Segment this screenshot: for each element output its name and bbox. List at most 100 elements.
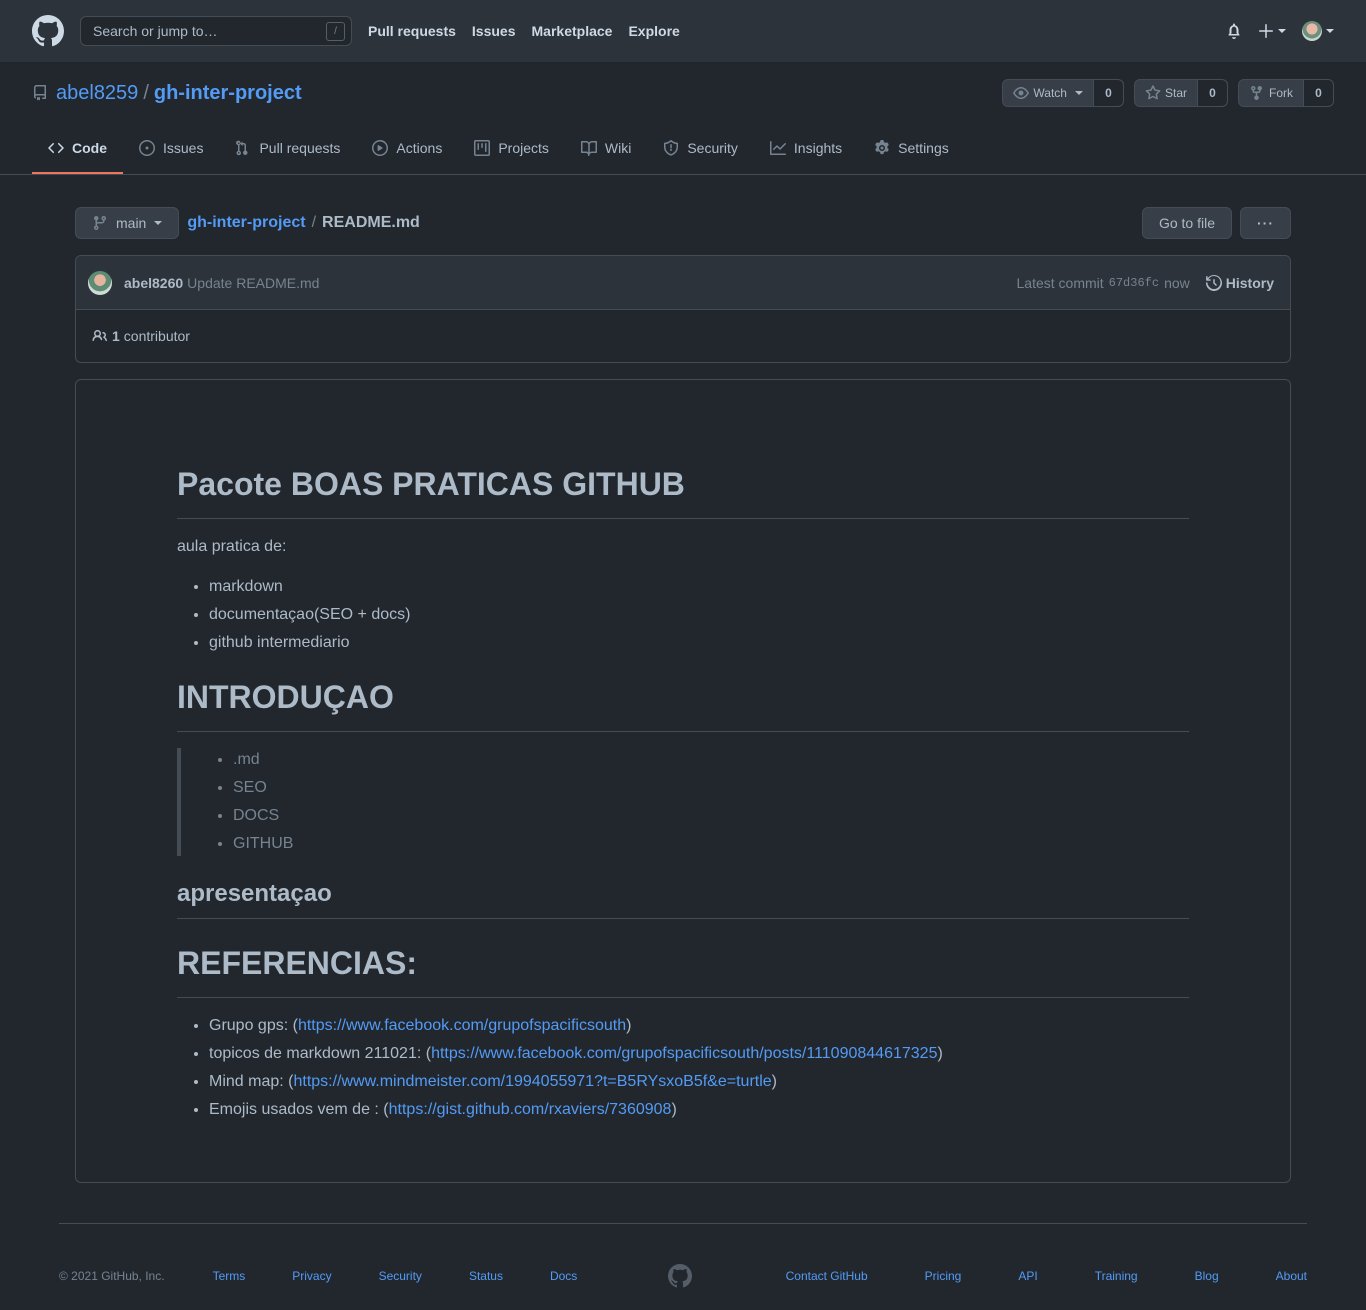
tab-actions[interactable]: Actions bbox=[356, 124, 458, 174]
list-item: Emojis usados vem de : (https://gist.git… bbox=[209, 1098, 1189, 1122]
repo-header: abel8259 / gh-inter-project Watch 0 Star… bbox=[0, 62, 1366, 175]
reference-suffix: ) bbox=[671, 1101, 677, 1118]
fork-count[interactable]: 0 bbox=[1304, 79, 1334, 107]
watch-count[interactable]: 0 bbox=[1093, 79, 1124, 107]
reference-suffix: ) bbox=[771, 1073, 777, 1090]
references-heading: REFERENCIAS: bbox=[177, 943, 1189, 998]
file-nav-actions: Go to file ··· bbox=[1134, 207, 1291, 239]
commit-sha-link[interactable]: 67d36fc bbox=[1109, 276, 1159, 290]
tab-pull-requests[interactable]: Pull requests bbox=[219, 124, 356, 174]
tab-insights[interactable]: Insights bbox=[754, 124, 858, 174]
nav-explore[interactable]: Explore bbox=[628, 23, 679, 39]
footer-link-security[interactable]: Security bbox=[379, 1269, 422, 1283]
history-link[interactable]: History bbox=[1205, 274, 1274, 291]
create-new-plus-icon[interactable] bbox=[1258, 23, 1286, 39]
tab-wiki[interactable]: Wiki bbox=[565, 124, 647, 174]
branch-name: main bbox=[116, 215, 147, 231]
more-options-button[interactable]: ··· bbox=[1240, 207, 1291, 239]
reference-suffix: ) bbox=[626, 1017, 632, 1034]
fork-button[interactable]: Fork bbox=[1238, 79, 1304, 107]
footer-link-pricing[interactable]: Pricing bbox=[925, 1269, 962, 1283]
tab-label: Settings bbox=[898, 140, 949, 156]
repo-tabs: Code Issues Pull requests Actions Projec… bbox=[32, 124, 1334, 174]
reference-label: Emojis usados vem de : ( bbox=[209, 1101, 389, 1118]
gear-icon bbox=[875, 140, 889, 155]
commit-message-link[interactable]: Update README.md bbox=[187, 275, 319, 291]
reference-link[interactable]: https://gist.github.com/rxaviers/7360908 bbox=[389, 1101, 672, 1118]
watch-button[interactable]: Watch bbox=[1002, 79, 1094, 107]
eye-icon bbox=[1013, 87, 1030, 99]
tab-security[interactable]: Security bbox=[647, 124, 754, 174]
github-mark-icon[interactable] bbox=[668, 1264, 693, 1288]
tab-label: Issues bbox=[163, 140, 204, 156]
global-nav: Pull requests Issues Marketplace Explore bbox=[368, 23, 696, 39]
reference-link[interactable]: https://www.mindmeister.com/1994055971?t… bbox=[293, 1073, 771, 1090]
list-item: markdown bbox=[209, 575, 1189, 599]
readme-title: Pacote BOAS PRATICAS GITHUB bbox=[177, 464, 1189, 519]
list-item: SEO bbox=[233, 776, 1173, 800]
references-list: Grupo gps: (https://www.facebook.com/gru… bbox=[209, 1014, 1189, 1122]
global-header: Search or jump to… / Pull requests Issue… bbox=[0, 0, 1366, 62]
tab-projects[interactable]: Projects bbox=[458, 124, 565, 174]
intro-heading: INTRODUÇAO bbox=[177, 677, 1189, 732]
graph-icon bbox=[769, 141, 786, 155]
commit-time: now bbox=[1164, 274, 1190, 291]
nav-pull-requests[interactable]: Pull requests bbox=[368, 23, 456, 39]
bell-icon[interactable] bbox=[1226, 23, 1242, 39]
issue-opened-icon bbox=[139, 140, 155, 156]
list-item: documentaçao(SEO + docs) bbox=[209, 603, 1189, 627]
shield-icon bbox=[664, 140, 679, 156]
nav-marketplace[interactable]: Marketplace bbox=[532, 23, 613, 39]
footer-link-training[interactable]: Training bbox=[1095, 1269, 1138, 1283]
footer-link-terms[interactable]: Terms bbox=[213, 1269, 246, 1283]
footer-link-api[interactable]: API bbox=[1018, 1269, 1037, 1283]
contributors-row[interactable]: 1 contributor bbox=[76, 310, 1290, 362]
nav-issues[interactable]: Issues bbox=[472, 23, 516, 39]
fork-icon bbox=[1251, 85, 1262, 101]
list-item: Grupo gps: (https://www.facebook.com/gru… bbox=[209, 1014, 1189, 1038]
repo-title-row: abel8259 / gh-inter-project Watch 0 Star… bbox=[32, 62, 1334, 124]
repo-owner-link[interactable]: abel8259 bbox=[56, 82, 138, 105]
github-logo-icon[interactable] bbox=[32, 15, 64, 47]
repo-name-link[interactable]: gh-inter-project bbox=[154, 82, 302, 105]
contributors-label: contributor bbox=[123, 328, 190, 344]
footer-link-privacy[interactable]: Privacy bbox=[292, 1269, 331, 1283]
breadcrumb: gh-inter-project / README.md bbox=[187, 214, 419, 232]
footer-link-status[interactable]: Status bbox=[469, 1269, 503, 1283]
chevron-down-icon bbox=[1278, 29, 1286, 33]
branch-select-button[interactable]: main bbox=[75, 207, 180, 239]
footer-link-about[interactable]: About bbox=[1276, 1269, 1307, 1283]
tab-label: Insights bbox=[793, 140, 843, 156]
tab-label: Code bbox=[72, 140, 107, 156]
go-to-file-button[interactable]: Go to file bbox=[1141, 207, 1232, 239]
tab-label: Security bbox=[687, 140, 738, 156]
commit-author-link[interactable]: abel8260 bbox=[124, 275, 183, 291]
tab-settings[interactable]: Settings bbox=[858, 124, 965, 174]
search-placeholder: Search or jump to… bbox=[93, 23, 218, 39]
user-menu[interactable] bbox=[1302, 21, 1334, 41]
readme-content: Pacote BOAS PRATICAS GITHUB aula pratica… bbox=[75, 379, 1291, 1183]
watch-label: Watch bbox=[1033, 86, 1067, 100]
list-item: Mind map: (https://www.mindmeister.com/1… bbox=[209, 1070, 1189, 1094]
fork-group: Fork 0 bbox=[1238, 79, 1334, 107]
fork-label: Fork bbox=[1269, 86, 1293, 100]
footer-right-links: Contact GitHub Pricing API Training Blog… bbox=[729, 1269, 1307, 1283]
star-count[interactable]: 0 bbox=[1198, 79, 1228, 107]
footer-link-contact[interactable]: Contact GitHub bbox=[786, 1269, 868, 1283]
site-footer: © 2021 GitHub, Inc. Terms Privacy Securi… bbox=[59, 1223, 1307, 1288]
tab-code[interactable]: Code bbox=[32, 124, 123, 174]
star-button[interactable]: Star bbox=[1133, 79, 1198, 107]
reference-link[interactable]: https://www.facebook.com/grupofspacifics… bbox=[431, 1045, 937, 1062]
repo-icon bbox=[32, 85, 48, 101]
list-item: .md bbox=[233, 748, 1173, 772]
breadcrumb-repo-link[interactable]: gh-inter-project bbox=[187, 214, 305, 232]
watch-group: Watch 0 bbox=[1002, 79, 1124, 107]
topics-list: markdown documentaçao(SEO + docs) github… bbox=[209, 575, 1189, 655]
breadcrumb-file: README.md bbox=[322, 214, 420, 231]
footer-link-docs[interactable]: Docs bbox=[550, 1269, 577, 1283]
search-input[interactable]: Search or jump to… / bbox=[80, 16, 352, 46]
avatar[interactable] bbox=[88, 270, 112, 295]
reference-link[interactable]: https://www.facebook.com/grupofspacifics… bbox=[298, 1017, 626, 1034]
tab-issues[interactable]: Issues bbox=[123, 124, 219, 174]
footer-link-blog[interactable]: Blog bbox=[1195, 1269, 1219, 1283]
